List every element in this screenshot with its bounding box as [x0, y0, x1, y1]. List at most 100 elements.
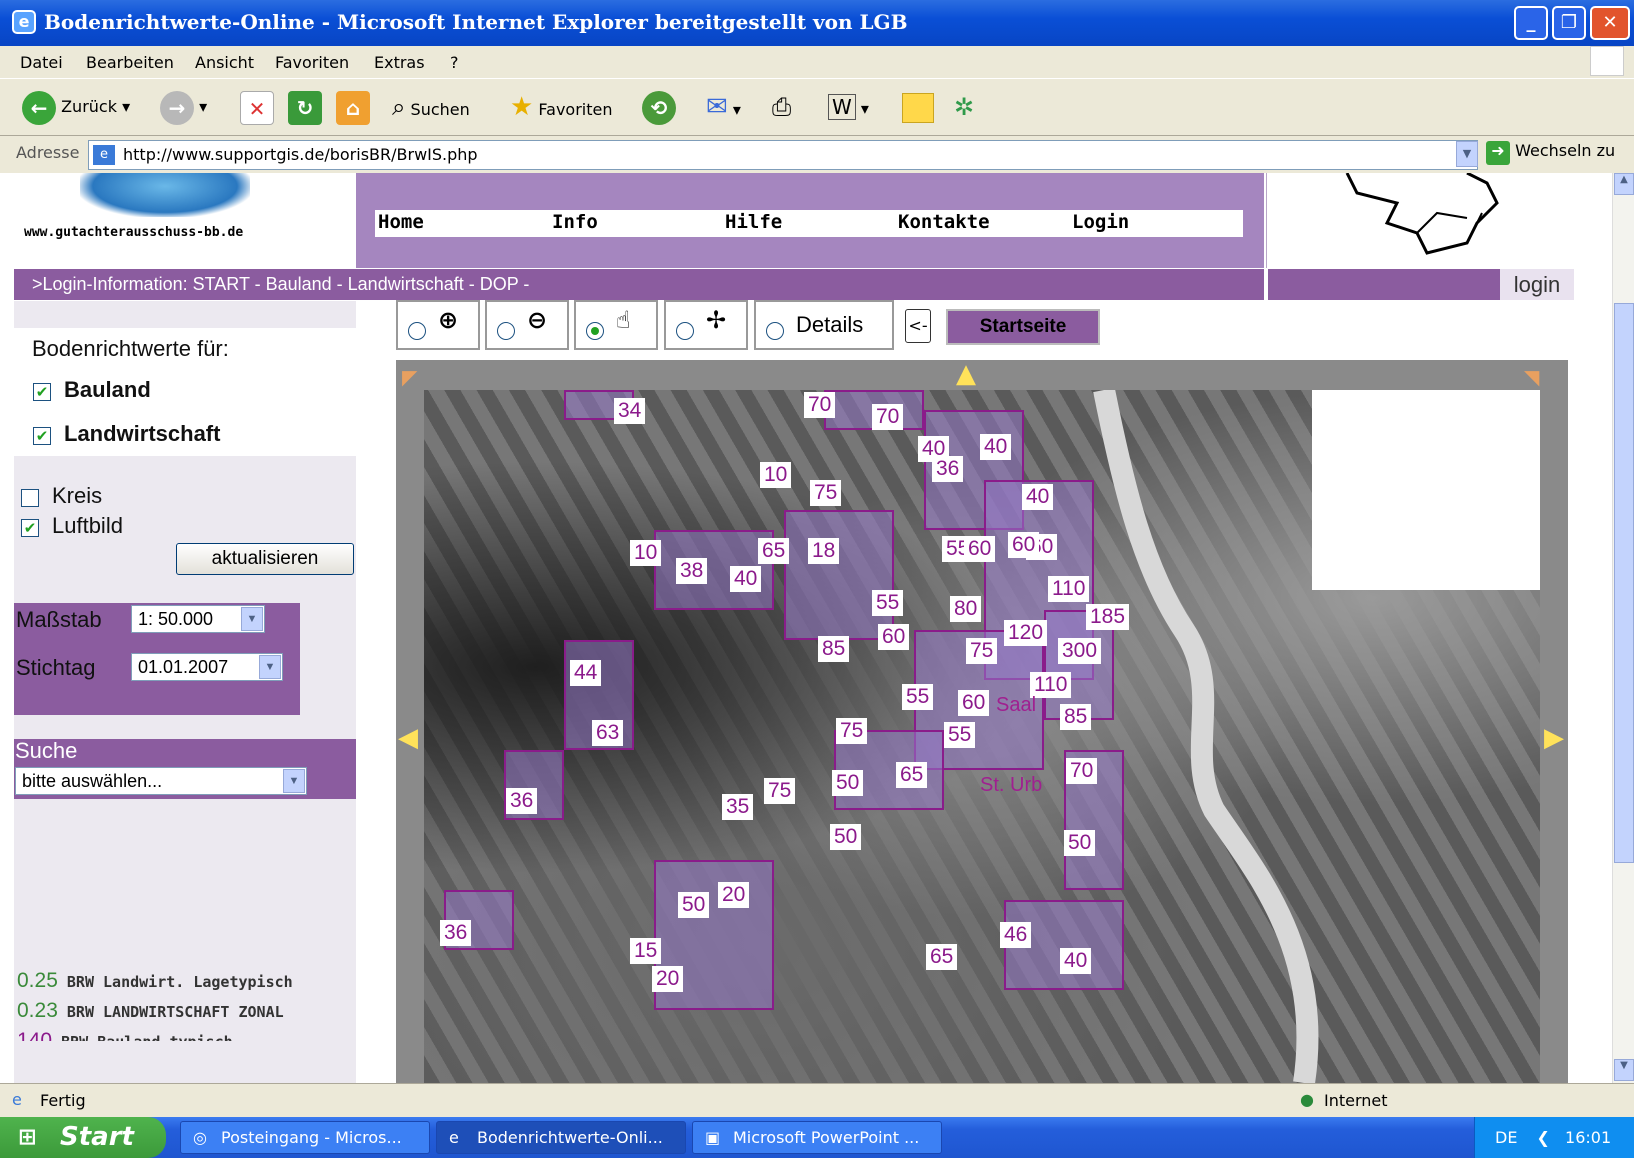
forward-button[interactable]: → ▾	[160, 89, 207, 125]
site-logo[interactable]: www.gutachterausschuss-bb.de	[0, 173, 334, 253]
back-button[interactable]: ← Zurück ▾	[22, 89, 130, 125]
update-button[interactable]: aktualisieren	[176, 543, 354, 575]
date-select[interactable]: 01.01.2007 ▼	[131, 653, 283, 681]
land-value-label[interactable]: 55	[872, 590, 904, 616]
pan-radio[interactable]	[586, 322, 604, 340]
pan-northeast-icon[interactable]: ◥	[1524, 365, 1539, 389]
login-link[interactable]: login	[1500, 269, 1574, 300]
pan-west-icon[interactable]: ◀	[398, 723, 418, 753]
land-value-label[interactable]: 80	[950, 596, 982, 622]
land-value-label[interactable]: 63	[592, 720, 624, 746]
land-value-label[interactable]: 40	[980, 434, 1012, 460]
address-dropdown-button[interactable]: ▼	[1456, 141, 1478, 167]
land-value-label[interactable]: 185	[1086, 604, 1130, 630]
scroll-thumb[interactable]	[1614, 303, 1634, 863]
land-value-label[interactable]: 20	[718, 882, 750, 908]
details-radio[interactable]	[766, 322, 784, 340]
messenger-button[interactable]: ✲	[954, 89, 974, 125]
nav-info[interactable]: Info	[552, 211, 598, 233]
refresh-button[interactable]: ↻	[288, 89, 322, 125]
aerial-map[interactable]: 34 70 70 40 40 36 10 75 40 60 10 65 18 38 40 55 60 110 185…	[424, 390, 1540, 1083]
land-value-label[interactable]: 46	[1000, 922, 1032, 948]
land-value-label[interactable]: 60	[958, 690, 990, 716]
task-outlook[interactable]: ◎ Posteingang - Micros...	[180, 1121, 430, 1154]
land-value-label[interactable]: 44	[570, 660, 602, 686]
land-value-label[interactable]: 120	[1004, 620, 1048, 646]
land-value-label[interactable]: 35	[722, 794, 754, 820]
startseite-button[interactable]: Startseite	[946, 309, 1100, 345]
land-value-label[interactable]: 65	[758, 538, 790, 564]
land-value-label[interactable]: 34	[614, 398, 646, 424]
zoom-out-radio[interactable]	[497, 322, 515, 340]
land-value-label[interactable]: 60	[964, 536, 996, 562]
vertical-scrollbar[interactable]: ▲ ▼	[1612, 173, 1634, 1083]
center-tool[interactable]: ✢	[664, 300, 748, 350]
bauland-checkbox[interactable]: ✔	[33, 383, 51, 401]
land-value-label[interactable]: 75	[810, 480, 842, 506]
zoom-in-radio[interactable]	[408, 322, 426, 340]
land-value-label[interactable]: 70	[872, 404, 904, 430]
land-value-label[interactable]: 36	[440, 920, 472, 946]
land-value-label[interactable]: 70	[1066, 758, 1098, 784]
edit-button[interactable]: W ▾	[828, 89, 869, 125]
land-value-label[interactable]: 50	[678, 892, 710, 918]
menu-extras[interactable]: Extras	[374, 53, 425, 72]
minimize-button[interactable]: _	[1514, 6, 1548, 40]
stop-button[interactable]: ✕	[240, 89, 274, 125]
menu-help[interactable]: ?	[450, 53, 459, 72]
overview-minimap[interactable]	[1266, 173, 1572, 268]
mail-button[interactable]: ✉ ▾	[706, 89, 741, 125]
pan-northwest-icon[interactable]: ◤	[402, 365, 417, 389]
land-value-label[interactable]: 85	[818, 636, 850, 662]
land-value-label[interactable]: 50	[1064, 830, 1096, 856]
land-value-label[interactable]: 110	[1030, 672, 1072, 698]
land-value-label[interactable]: 110	[1048, 576, 1090, 602]
land-value-label[interactable]: 38	[676, 558, 708, 584]
land-value-label[interactable]: 300	[1058, 638, 1102, 664]
address-input[interactable]: e http://www.supportgis.de/borisBR/BrwIS…	[88, 140, 1478, 170]
pan-north-icon[interactable]: ▲	[956, 359, 976, 389]
maximize-button[interactable]: ❐	[1552, 6, 1586, 40]
notes-button[interactable]	[902, 89, 934, 125]
land-value-label[interactable]: 40	[1060, 948, 1092, 974]
land-value-label[interactable]: 40	[730, 566, 762, 592]
close-button[interactable]: ✕	[1590, 6, 1630, 40]
window-titlebar[interactable]: e Bodenrichtwerte-Online - Microsoft Int…	[0, 0, 1634, 46]
previous-view-button[interactable]: <-	[905, 309, 931, 343]
land-value-label[interactable]: 65	[896, 762, 928, 788]
history-button[interactable]: ⟲	[642, 89, 676, 125]
land-value-label[interactable]: 75	[836, 718, 868, 744]
scroll-down-button[interactable]: ▼	[1614, 1059, 1634, 1081]
land-value-label[interactable]: 60	[1008, 532, 1040, 558]
land-value-label[interactable]: 36	[506, 788, 538, 814]
land-value-label[interactable]: 55	[902, 684, 934, 710]
search-button[interactable]: ⌕ Suchen	[392, 89, 470, 125]
scale-select[interactable]: 1: 50.000 ▼	[131, 605, 265, 633]
menu-bearbeiten[interactable]: Bearbeiten	[86, 53, 174, 72]
land-value-label[interactable]: 15	[630, 938, 662, 964]
land-value-label[interactable]: 70	[804, 392, 836, 418]
land-value-label[interactable]: 40	[1022, 484, 1054, 510]
tray-arrow-icon[interactable]: ❮	[1537, 1128, 1550, 1147]
landwirtschaft-checkbox[interactable]: ✔	[33, 427, 51, 445]
land-value-label[interactable]: 65	[926, 944, 958, 970]
land-value-label[interactable]: 20	[652, 966, 684, 992]
zoom-in-tool[interactable]: ⊕	[396, 300, 480, 350]
pan-east-icon[interactable]: ▶	[1544, 723, 1564, 753]
nav-home[interactable]: Home	[378, 211, 424, 233]
land-value-label[interactable]: 18	[808, 538, 840, 564]
land-value-label[interactable]: 36	[932, 456, 964, 482]
nav-login[interactable]: Login	[1072, 211, 1129, 233]
land-value-label[interactable]: 60	[878, 624, 910, 650]
land-value-label[interactable]: 85	[1060, 704, 1092, 730]
search-select[interactable]: bitte auswählen... ▼	[15, 767, 307, 795]
details-tool[interactable]: Details	[754, 300, 894, 350]
task-ie[interactable]: e Bodenrichtwerte-Onli...	[436, 1121, 686, 1154]
value-zone[interactable]	[784, 510, 894, 640]
nav-hilfe[interactable]: Hilfe	[725, 211, 782, 233]
pan-tool[interactable]: ☝	[574, 300, 658, 350]
menu-datei[interactable]: Datei	[20, 53, 63, 72]
favorites-button[interactable]: ★ Favoriten	[510, 89, 612, 125]
land-value-label[interactable]: 50	[832, 770, 864, 796]
home-button[interactable]: ⌂	[336, 89, 370, 125]
